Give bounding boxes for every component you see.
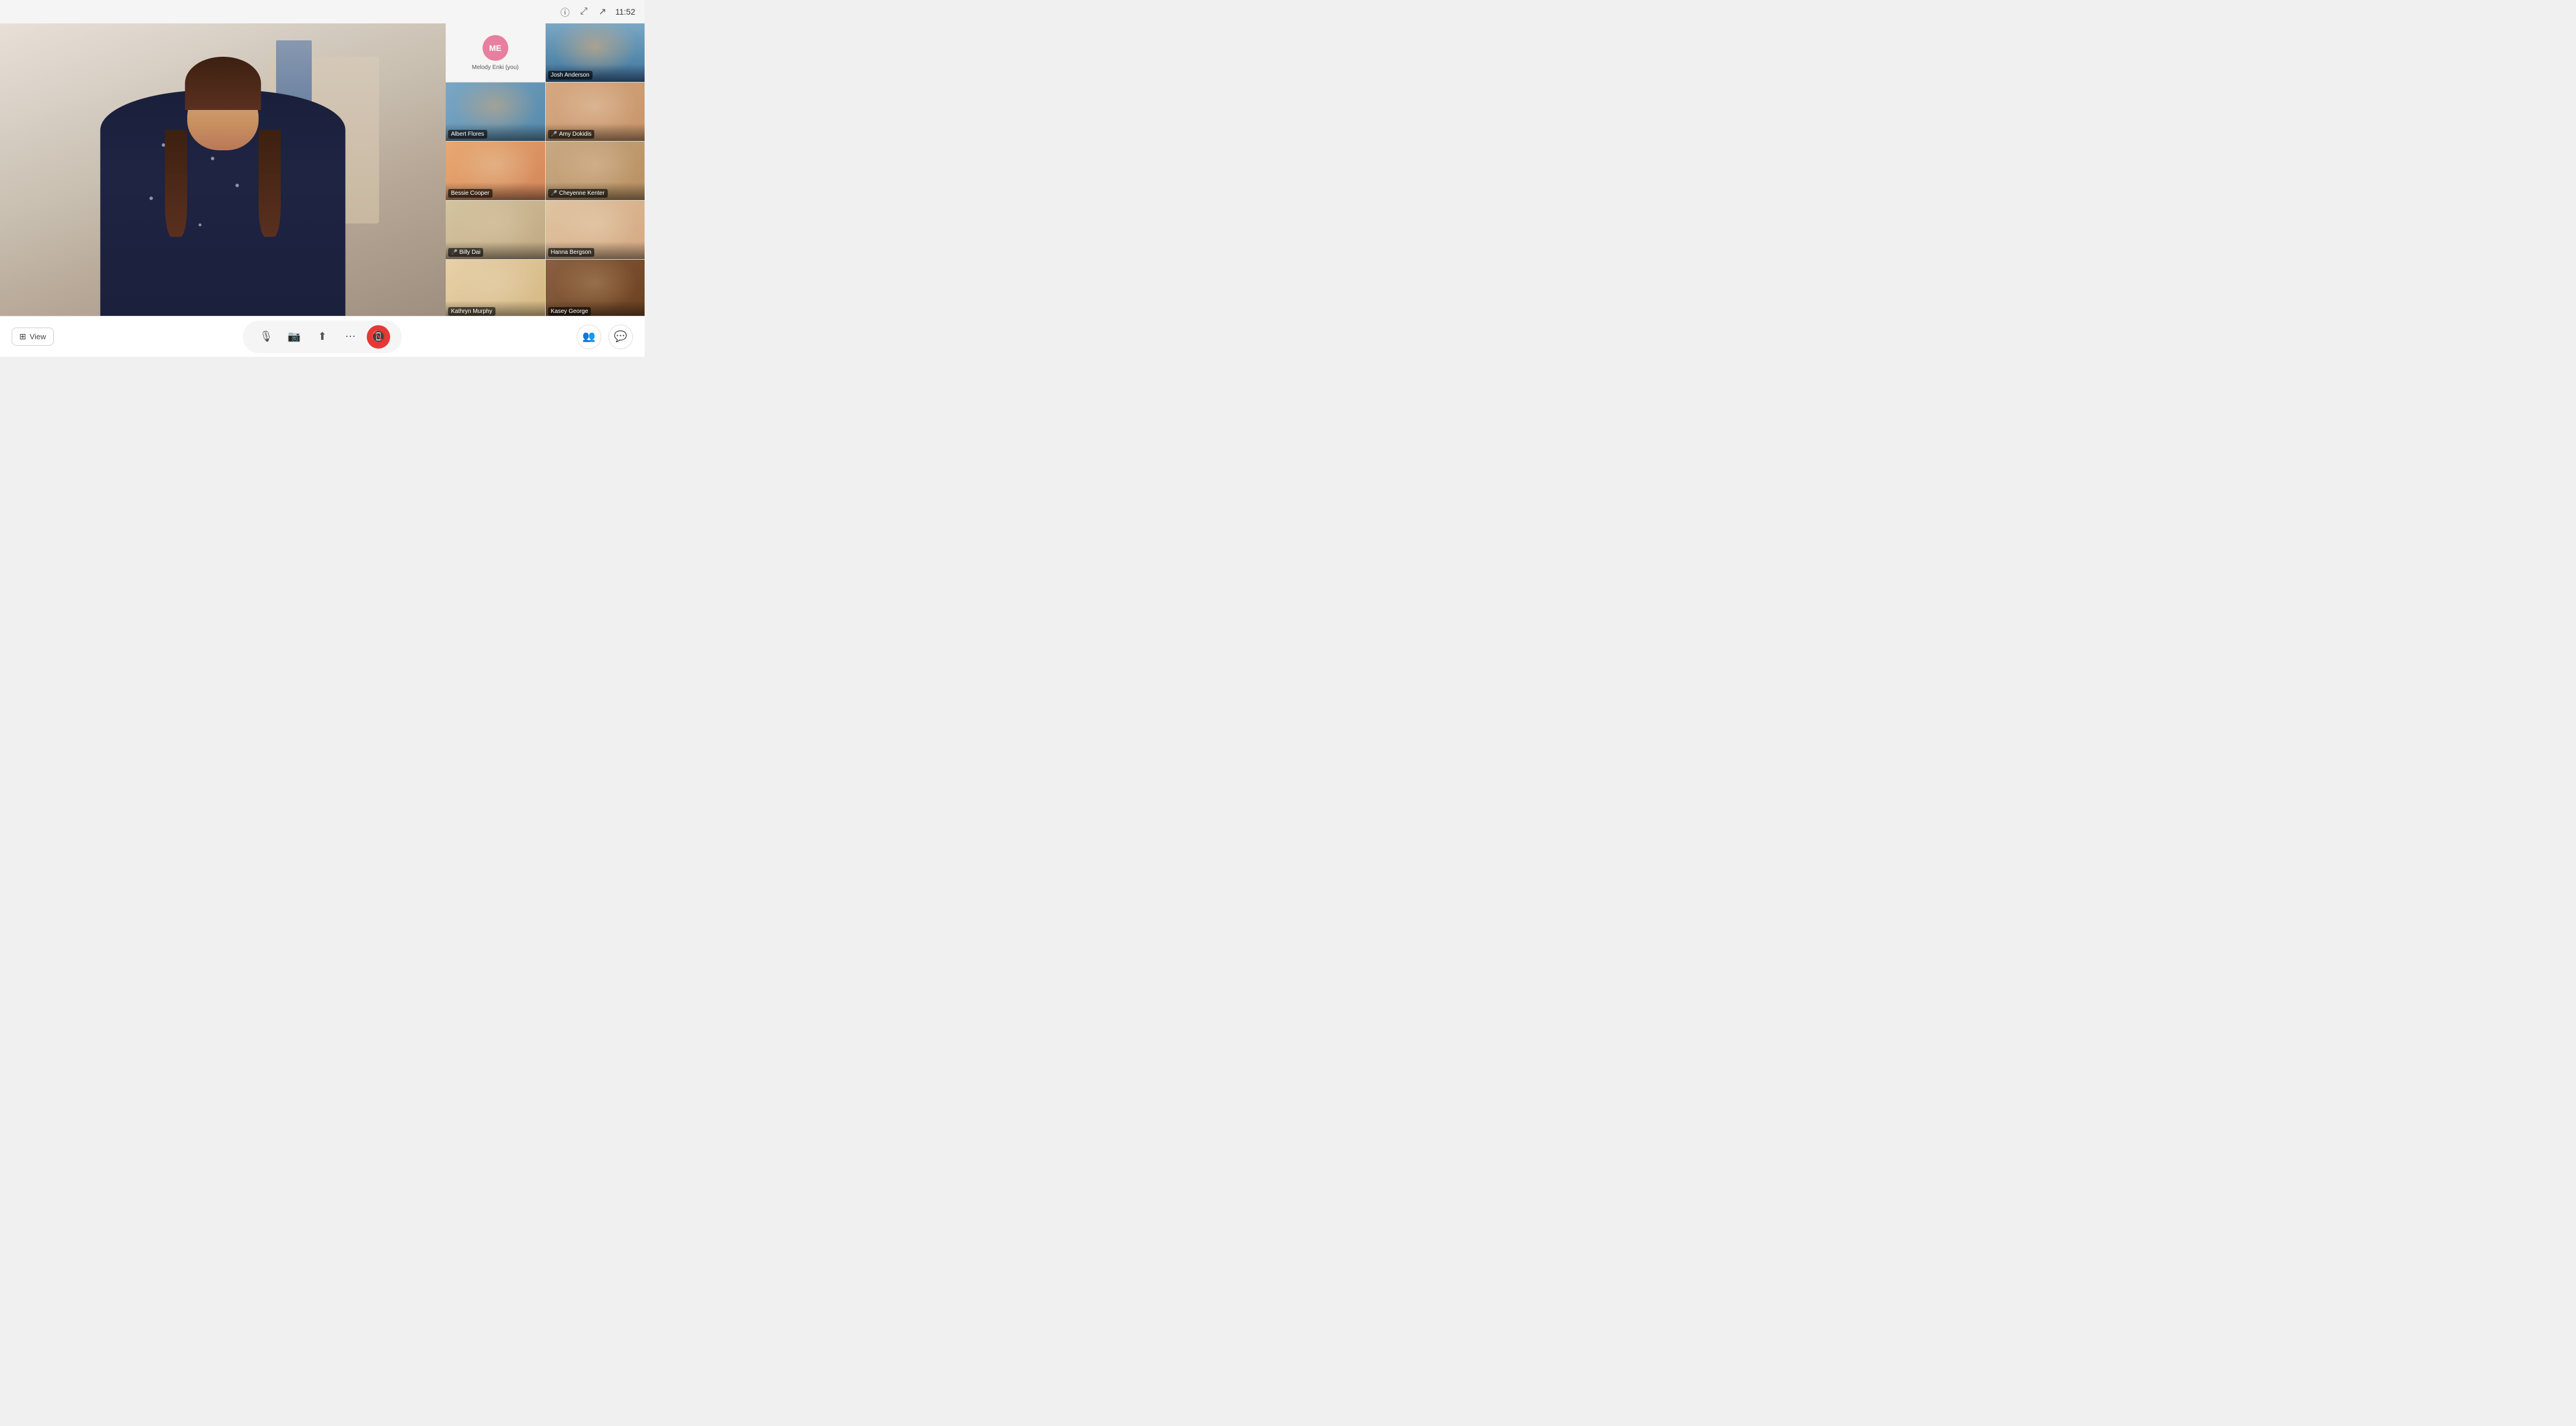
camera-icon: 📷 [288, 330, 301, 343]
participant-label-amy: 🎤 Amy Dokidis [548, 130, 595, 139]
view-button[interactable]: ⊞ View [12, 328, 54, 346]
participant-name-albert: Albert Flores [451, 131, 484, 137]
participant-name-amy: Amy Dokidis [559, 131, 592, 137]
bottom-bar: ⊞ View 🎙 📷 ⬆ ⋯ 📵 👥 💬 [0, 316, 645, 357]
participant-label-cheyenne: 🎤 Cheyenne Kenter [548, 189, 608, 198]
participant-name-kathryn: Kathryn Murphy [451, 308, 493, 315]
participant-tile-josh: Josh Anderson [546, 23, 645, 82]
end-call-button[interactable]: 📵 [367, 325, 390, 349]
self-name: Melody Enki (you) [472, 64, 519, 71]
participants-icon: 👥 [583, 330, 595, 343]
mute-icon-cheyenne: 🎤 [551, 190, 557, 197]
main-container: Bessie Cooper ME Melody Enki (you) [0, 23, 645, 357]
participant-tile-cheyenne: 🎤 Cheyenne Kenter [546, 142, 645, 200]
participant-name-hanna: Hanna Bergson [551, 249, 592, 256]
participant-label-albert: Albert Flores [448, 130, 487, 139]
main-video-area: Bessie Cooper [0, 23, 446, 357]
participant-name-josh: Josh Anderson [551, 72, 590, 78]
view-label: View [30, 332, 46, 341]
end-call-icon: 📵 [371, 329, 386, 344]
participants-button[interactable]: 👥 [577, 325, 601, 349]
participant-tile-albert: Albert Flores [446, 82, 545, 141]
share-icon: ⬆ [318, 330, 326, 343]
share-screen-button[interactable]: ⬆ [311, 325, 334, 349]
participant-tile-amy: 🎤 Amy Dokidis [546, 82, 645, 141]
participant-name-cheyenne: Cheyenne Kenter [559, 190, 605, 197]
participant-label-billy: 🎤 Billy Dai [448, 248, 483, 257]
participant-tile-kasey: Kasey George [546, 260, 645, 318]
participant-label-bessie: Bessie Cooper [448, 189, 493, 198]
participant-label-kathryn: Kathryn Murphy [448, 307, 495, 316]
self-avatar: ME [483, 35, 508, 61]
self-tile: ME Melody Enki (you) [446, 23, 545, 82]
participant-name-kasey: Kasey George [551, 308, 588, 315]
participant-tile-billy: 🎤 Billy Dai [446, 201, 545, 259]
participant-tile-bessie: Bessie Cooper [446, 142, 545, 200]
participant-grid: ME Melody Enki (you) Josh Anderson [446, 23, 645, 318]
participant-name-bessie: Bessie Cooper [451, 190, 490, 197]
video-sidebar: ME Melody Enki (you) Josh Anderson [446, 23, 645, 357]
microphone-icon: 🎙 [260, 330, 273, 343]
top-bar: ⓘ ⤢ ↗ 11:52 [0, 0, 645, 23]
participant-label-josh: Josh Anderson [548, 71, 593, 80]
main-video-feed [0, 23, 446, 357]
participant-label-kasey: Kasey George [548, 307, 591, 316]
participant-tile-kathryn: Kathryn Murphy [446, 260, 545, 318]
controls-center: 🎙 📷 ⬆ ⋯ 📵 [243, 321, 402, 353]
participant-tile-hanna: Hanna Bergson [546, 201, 645, 259]
mute-icon-amy: 🎤 [551, 131, 557, 137]
more-icon: ⋯ [345, 330, 356, 343]
chat-icon: 💬 [614, 330, 627, 343]
mute-icon-billy: 🎤 [451, 249, 457, 256]
external-link-icon[interactable]: ↗ [597, 6, 608, 18]
camera-button[interactable]: 📷 [283, 325, 306, 349]
participant-label-hanna: Hanna Bergson [548, 248, 595, 257]
controls-right: 👥 💬 [577, 325, 633, 349]
collapse-icon[interactable]: ⤢ [578, 6, 590, 18]
participant-name-billy: Billy Dai [459, 249, 480, 256]
clock-display: 11:52 [615, 7, 635, 16]
microphone-button[interactable]: 🎙 [254, 325, 278, 349]
view-icon: ⊞ [19, 332, 26, 342]
info-icon[interactable]: ⓘ [559, 6, 571, 18]
chat-button[interactable]: 💬 [608, 325, 633, 349]
more-button[interactable]: ⋯ [339, 325, 362, 349]
